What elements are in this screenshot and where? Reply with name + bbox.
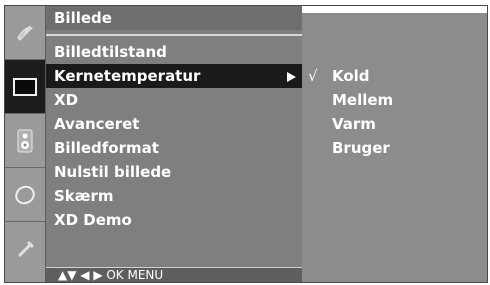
menu-item-xd[interactable]: XD — [46, 88, 302, 112]
submenu-item-medium[interactable]: Mellem — [302, 88, 487, 112]
submenu-item-warm[interactable]: Varm — [302, 112, 487, 136]
menu-item-picture-reset[interactable]: Nulstil billede — [46, 160, 302, 184]
checkmark-icon: √ — [308, 67, 318, 85]
submenu-item-label: Bruger — [332, 139, 390, 157]
option-icon — [17, 240, 35, 258]
menu-item-color-temperature[interactable]: Kernetemperatur — [46, 64, 302, 88]
sidebar-station-tab[interactable] — [5, 6, 45, 60]
submenu-item-label: Kold — [332, 67, 370, 85]
menu-item-label: XD — [54, 91, 79, 109]
color-temperature-submenu: √ Kold Mellem Varm Bruger — [302, 6, 487, 282]
menu-item-label: Skærm — [54, 187, 114, 205]
menu-item-screen[interactable]: Skærm — [46, 184, 302, 208]
title-divider — [46, 34, 302, 36]
submenu-item-label: Mellem — [332, 91, 394, 109]
menu-item-label: Nulstil billede — [54, 163, 172, 181]
speaker-icon — [17, 129, 33, 152]
menu-item-label: Avanceret — [54, 115, 140, 133]
picture-screen-icon — [13, 77, 37, 96]
sidebar-time-tab[interactable] — [5, 168, 45, 222]
sidebar-audio-tab[interactable] — [5, 114, 45, 168]
submenu-item-cool[interactable]: √ Kold — [302, 64, 487, 88]
tv-osd-menu: Billede Billedtilstand Kernetemperatur X… — [4, 5, 488, 283]
menu-title: Billede — [46, 6, 302, 30]
menu-item-aspect-ratio[interactable]: Billedformat — [46, 136, 302, 160]
sidebar-picture-tab[interactable] — [5, 60, 45, 114]
clock-icon — [15, 185, 35, 204]
sidebar-option-tab[interactable] — [5, 222, 45, 276]
menu-item-xd-demo[interactable]: XD Demo — [46, 208, 302, 232]
menu-item-label: Billedtilstand — [54, 43, 167, 61]
menu-item-picture-mode[interactable]: Billedtilstand — [46, 40, 302, 64]
navigation-hint: ▲▼ ◀ ▶ OK MENU — [46, 267, 302, 282]
picture-menu: Billede Billedtilstand Kernetemperatur X… — [46, 6, 302, 282]
satellite-dish-icon — [17, 25, 33, 41]
submenu-top-strip — [302, 6, 487, 13]
submenu-item-label: Varm — [332, 115, 376, 133]
menu-item-label: Billedformat — [54, 139, 159, 157]
submenu-item-user[interactable]: Bruger — [302, 136, 487, 160]
menu-item-label: XD Demo — [54, 211, 132, 229]
category-sidebar — [5, 6, 46, 282]
submenu-arrow-icon — [287, 72, 296, 82]
menu-item-advanced[interactable]: Avanceret — [46, 112, 302, 136]
menu-item-label: Kernetemperatur — [54, 67, 201, 85]
